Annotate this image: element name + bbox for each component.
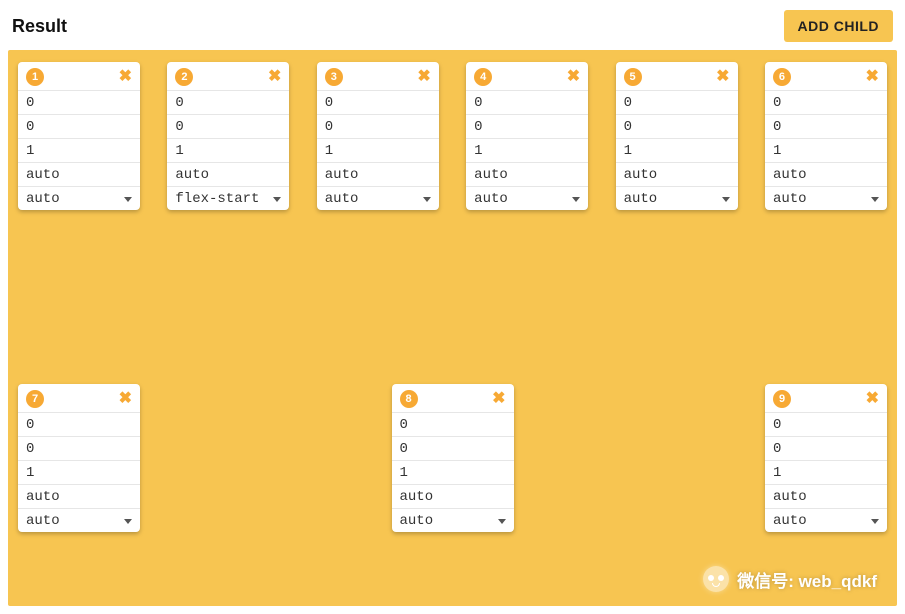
card-head: 7 ✖ xyxy=(18,384,140,412)
justify-select[interactable]: auto xyxy=(18,186,140,210)
close-icon[interactable]: ✖ xyxy=(866,391,879,407)
close-icon[interactable]: ✖ xyxy=(567,69,580,85)
close-icon[interactable]: ✖ xyxy=(866,69,879,85)
flex-basis-input[interactable]: 1 xyxy=(18,138,140,162)
align-self-input[interactable]: auto xyxy=(392,484,514,508)
chevron-down-icon xyxy=(124,197,132,202)
align-self-input[interactable]: auto xyxy=(466,162,588,186)
flex-basis-input[interactable]: 1 xyxy=(18,460,140,484)
justify-select[interactable]: auto xyxy=(392,508,514,532)
wechat-icon xyxy=(703,566,729,592)
flex-child-card: 2 ✖ 0 0 1 auto flex-start xyxy=(167,62,289,210)
page-title: Result xyxy=(12,16,67,37)
close-icon[interactable]: ✖ xyxy=(268,69,281,85)
align-self-input[interactable]: auto xyxy=(616,162,738,186)
card-index-badge: 2 xyxy=(175,68,193,86)
flex-child-card: 6 ✖ 0 0 1 auto auto xyxy=(765,62,887,210)
card-index-badge: 8 xyxy=(400,390,418,408)
flex-basis-input[interactable]: 1 xyxy=(317,138,439,162)
justify-select[interactable]: auto xyxy=(765,186,887,210)
card-index-badge: 9 xyxy=(773,390,791,408)
flex-grow-input[interactable]: 0 xyxy=(466,90,588,114)
flex-shrink-input[interactable]: 0 xyxy=(18,436,140,460)
card-index-badge: 4 xyxy=(474,68,492,86)
header: Result ADD CHILD xyxy=(0,0,905,50)
flex-basis-input[interactable]: 1 xyxy=(765,138,887,162)
card-index-badge: 5 xyxy=(624,68,642,86)
flex-shrink-input[interactable]: 0 xyxy=(392,436,514,460)
flex-shrink-input[interactable]: 0 xyxy=(616,114,738,138)
card-index-badge: 1 xyxy=(26,68,44,86)
card-index-badge: 7 xyxy=(26,390,44,408)
flex-child-card: 1 ✖ 0 0 1 auto auto xyxy=(18,62,140,210)
flex-shrink-input[interactable]: 0 xyxy=(466,114,588,138)
flex-grow-input[interactable]: 0 xyxy=(317,90,439,114)
card-head: 2 ✖ xyxy=(167,62,289,90)
align-self-input[interactable]: auto xyxy=(317,162,439,186)
flex-shrink-input[interactable]: 0 xyxy=(765,114,887,138)
flex-shrink-input[interactable]: 0 xyxy=(18,114,140,138)
flex-grow-input[interactable]: 0 xyxy=(392,412,514,436)
card-head: 4 ✖ xyxy=(466,62,588,90)
card-head: 1 ✖ xyxy=(18,62,140,90)
flex-grow-input[interactable]: 0 xyxy=(167,90,289,114)
card-head: 9 ✖ xyxy=(765,384,887,412)
chevron-down-icon xyxy=(498,519,506,524)
watermark-text: 微信号: web_qdkf xyxy=(737,567,877,592)
justify-select[interactable]: auto xyxy=(18,508,140,532)
flex-grow-input[interactable]: 0 xyxy=(18,90,140,114)
chevron-down-icon xyxy=(423,197,431,202)
flex-child-card: 4 ✖ 0 0 1 auto auto xyxy=(466,62,588,210)
flex-grow-input[interactable]: 0 xyxy=(18,412,140,436)
align-self-input[interactable]: auto xyxy=(18,484,140,508)
card-head: 5 ✖ xyxy=(616,62,738,90)
chevron-down-icon xyxy=(124,519,132,524)
align-self-input[interactable]: auto xyxy=(18,162,140,186)
align-self-input[interactable]: auto xyxy=(765,484,887,508)
flex-basis-input[interactable]: 1 xyxy=(466,138,588,162)
close-icon[interactable]: ✖ xyxy=(716,69,729,85)
chevron-down-icon xyxy=(572,197,580,202)
flex-basis-input[interactable]: 1 xyxy=(167,138,289,162)
flex-grow-input[interactable]: 0 xyxy=(765,412,887,436)
align-self-input[interactable]: auto xyxy=(765,162,887,186)
watermark: 微信号: web_qdkf xyxy=(703,566,877,592)
close-icon[interactable]: ✖ xyxy=(119,391,132,407)
flex-child-card: 8 ✖ 0 0 1 auto auto xyxy=(392,384,514,532)
justify-select[interactable]: auto xyxy=(765,508,887,532)
align-self-input[interactable]: auto xyxy=(167,162,289,186)
flex-shrink-input[interactable]: 0 xyxy=(167,114,289,138)
add-child-button[interactable]: ADD CHILD xyxy=(784,10,894,42)
close-icon[interactable]: ✖ xyxy=(417,69,430,85)
chevron-down-icon xyxy=(273,197,281,202)
flex-child-card: 9 ✖ 0 0 1 auto auto xyxy=(765,384,887,532)
close-icon[interactable]: ✖ xyxy=(119,69,132,85)
chevron-down-icon xyxy=(871,197,879,202)
flex-grow-input[interactable]: 0 xyxy=(765,90,887,114)
flex-child-card: 5 ✖ 0 0 1 auto auto xyxy=(616,62,738,210)
card-head: 8 ✖ xyxy=(392,384,514,412)
justify-select[interactable]: auto xyxy=(616,186,738,210)
flex-basis-input[interactable]: 1 xyxy=(765,460,887,484)
flex-shrink-input[interactable]: 0 xyxy=(765,436,887,460)
flex-basis-input[interactable]: 1 xyxy=(392,460,514,484)
card-head: 3 ✖ xyxy=(317,62,439,90)
card-index-badge: 6 xyxy=(773,68,791,86)
chevron-down-icon xyxy=(722,197,730,202)
flex-grow-input[interactable]: 0 xyxy=(616,90,738,114)
card-head: 6 ✖ xyxy=(765,62,887,90)
card-index-badge: 3 xyxy=(325,68,343,86)
flex-basis-input[interactable]: 1 xyxy=(616,138,738,162)
flex-child-card: 3 ✖ 0 0 1 auto auto xyxy=(317,62,439,210)
top-row: 1 ✖ 0 0 1 auto auto 2 ✖ 0 0 1 auto flex-… xyxy=(14,58,891,214)
justify-select[interactable]: flex-start xyxy=(167,186,289,210)
close-icon[interactable]: ✖ xyxy=(492,391,505,407)
flex-child-card: 7 ✖ 0 0 1 auto auto xyxy=(18,384,140,532)
chevron-down-icon xyxy=(871,519,879,524)
bottom-row: 7 ✖ 0 0 1 auto auto 8 ✖ 0 0 1 auto auto … xyxy=(14,380,891,536)
justify-select[interactable]: auto xyxy=(466,186,588,210)
justify-select[interactable]: auto xyxy=(317,186,439,210)
flex-shrink-input[interactable]: 0 xyxy=(317,114,439,138)
flex-canvas: 1 ✖ 0 0 1 auto auto 2 ✖ 0 0 1 auto flex-… xyxy=(8,50,897,606)
